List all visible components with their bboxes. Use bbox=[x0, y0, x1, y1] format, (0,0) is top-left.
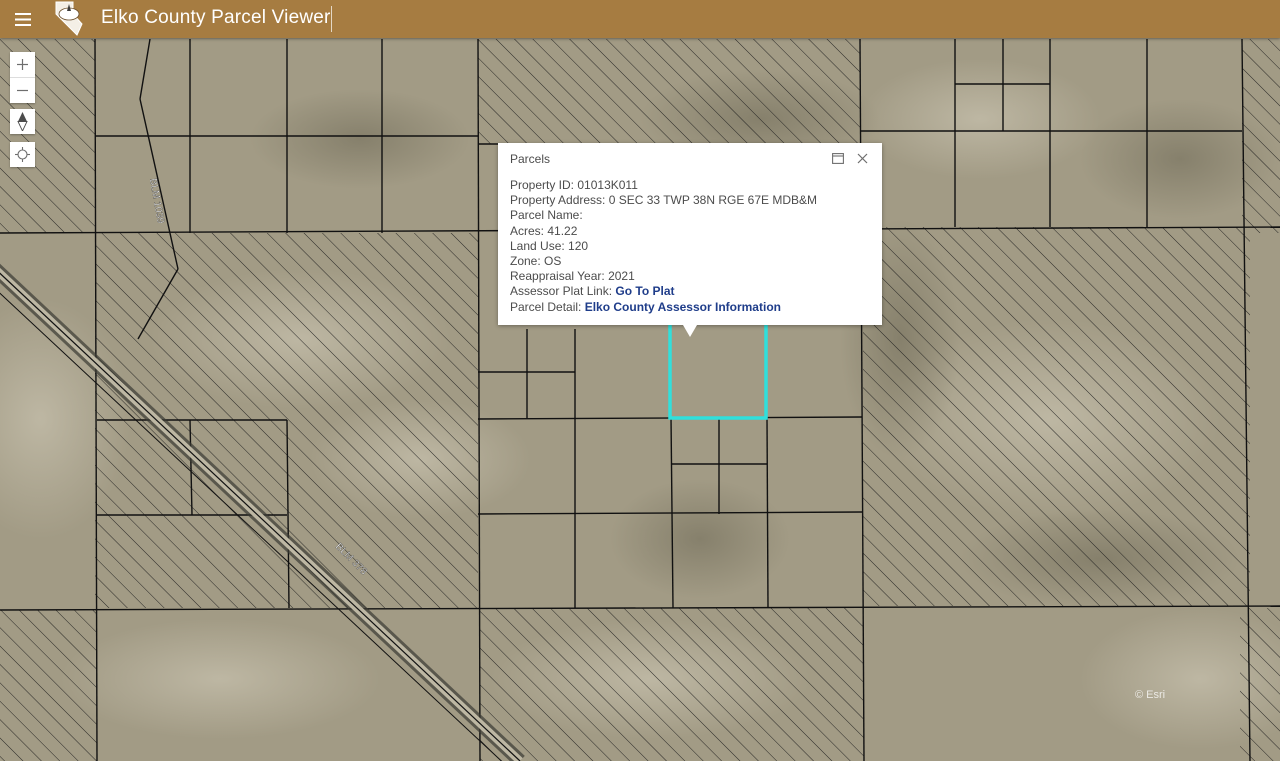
acres-row: Acres: 41.22 bbox=[510, 224, 817, 239]
assessor-plat-row: Assessor Plat Link: Go To Plat bbox=[510, 284, 817, 299]
hamburger-menu-icon[interactable] bbox=[8, 6, 38, 32]
compass-button[interactable] bbox=[10, 109, 35, 134]
close-icon bbox=[857, 153, 867, 163]
dock-icon bbox=[832, 152, 844, 164]
field-label: Land Use: bbox=[510, 238, 565, 253]
field-label: Acres: bbox=[510, 223, 545, 238]
field-label: Property ID: bbox=[510, 178, 575, 192]
plus-icon bbox=[17, 59, 28, 70]
field-value: 2021 bbox=[608, 269, 635, 284]
app-title: Elko County Parcel Viewer bbox=[101, 7, 331, 28]
field-value: 120 bbox=[568, 238, 589, 253]
map-attribution: © Esri bbox=[1135, 689, 1166, 701]
zoom-controls bbox=[10, 52, 35, 103]
field-label: Property Address: bbox=[510, 193, 606, 208]
reappraisal-year-row: Reappraisal Year: 2021 bbox=[510, 269, 817, 284]
land-use-row: Land Use: 120 bbox=[510, 239, 817, 254]
property-address-row: Property Address: 0 SEC 33 TWP 38N RGE 6… bbox=[510, 193, 817, 208]
field-label: Reappraisal Year: bbox=[510, 269, 605, 284]
field-label: Parcel Detail: bbox=[510, 299, 582, 314]
field-label: Parcel Name: bbox=[510, 208, 583, 223]
close-button[interactable] bbox=[855, 151, 869, 165]
parcel-detail-row: Parcel Detail: Elko County Assessor Info… bbox=[510, 300, 817, 315]
minus-icon bbox=[17, 89, 28, 92]
dock-button[interactable] bbox=[831, 151, 845, 165]
field-value: 41.22 bbox=[547, 223, 578, 238]
go-to-plat-link[interactable]: Go To Plat bbox=[615, 284, 674, 298]
assessor-information-link[interactable]: Elko County Assessor Information bbox=[585, 300, 781, 314]
locate-icon bbox=[15, 147, 30, 162]
popup-pointer bbox=[683, 325, 697, 337]
field-value: 01013K011 bbox=[577, 178, 638, 192]
field-value: 0 SEC 33 TWP 38N RGE 67E MDB&M bbox=[608, 193, 818, 208]
title-divider bbox=[331, 6, 332, 32]
locate-button[interactable] bbox=[10, 142, 35, 167]
field-value: OS bbox=[544, 254, 562, 269]
zoom-out-button[interactable] bbox=[10, 77, 35, 103]
property-id-row: Property ID: 01013K011 bbox=[510, 178, 817, 193]
popup-content: Property ID: 01013K011 Property Address:… bbox=[510, 178, 817, 315]
elko-county-logo bbox=[53, 0, 85, 36]
field-label: Zone: bbox=[510, 254, 541, 269]
compass-icon bbox=[17, 112, 28, 131]
zone-row: Zone: OS bbox=[510, 254, 817, 269]
zoom-in-button[interactable] bbox=[10, 52, 35, 77]
app-header: Elko County Parcel Viewer bbox=[0, 0, 1280, 38]
parcel-popup: Parcels Property ID: 01013K011 Property … bbox=[498, 143, 882, 325]
popup-title: Parcels bbox=[510, 152, 551, 166]
field-label: Assessor Plat Link: bbox=[510, 284, 613, 299]
parcel-name-row: Parcel Name: bbox=[510, 208, 817, 223]
